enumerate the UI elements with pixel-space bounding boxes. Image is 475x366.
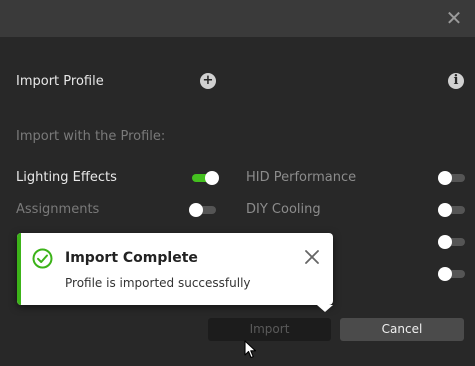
option-label-diy-cooling: DIY Cooling xyxy=(246,202,321,217)
cancel-button[interactable]: Cancel xyxy=(340,318,464,341)
toggle-knob xyxy=(438,203,452,217)
toggle-knob xyxy=(438,235,452,249)
option-label-lighting-effects: Lighting Effects xyxy=(16,170,117,185)
close-icon[interactable]: ✕ xyxy=(444,8,464,28)
import-button[interactable]: Import xyxy=(208,318,331,341)
toggle-knob xyxy=(438,267,452,281)
toast-accent-bar xyxy=(17,233,21,305)
lighting-effects-toggle[interactable] xyxy=(192,171,219,185)
mouse-cursor-icon xyxy=(244,340,257,359)
toast-message: Profile is imported successfully xyxy=(65,276,251,290)
check-circle-icon xyxy=(32,248,53,269)
toast-pointer xyxy=(317,305,333,312)
section-label: Import with the Profile: xyxy=(16,129,166,144)
toggle-knob xyxy=(189,203,203,217)
toast-title: Import Complete xyxy=(65,250,198,266)
option-toggle-6[interactable] xyxy=(438,267,465,281)
plus-circle-icon[interactable]: + xyxy=(200,73,216,89)
dialog-titlebar: ✕ xyxy=(0,0,475,37)
hid-performance-toggle[interactable] xyxy=(438,171,465,185)
import-complete-toast: Import Complete Profile is imported succ… xyxy=(17,233,333,312)
toggle-knob xyxy=(438,171,452,185)
option-label-hid-performance: HID Performance xyxy=(246,170,357,185)
assignments-toggle[interactable] xyxy=(189,203,216,217)
import-profile-label: Import Profile xyxy=(16,74,104,89)
option-label-assignments: Assignments xyxy=(16,202,100,217)
toggle-knob xyxy=(205,171,219,185)
diy-cooling-toggle[interactable] xyxy=(438,203,465,217)
close-icon[interactable] xyxy=(305,250,319,264)
info-icon[interactable]: i xyxy=(448,73,464,89)
option-toggle-5[interactable] xyxy=(438,235,465,249)
